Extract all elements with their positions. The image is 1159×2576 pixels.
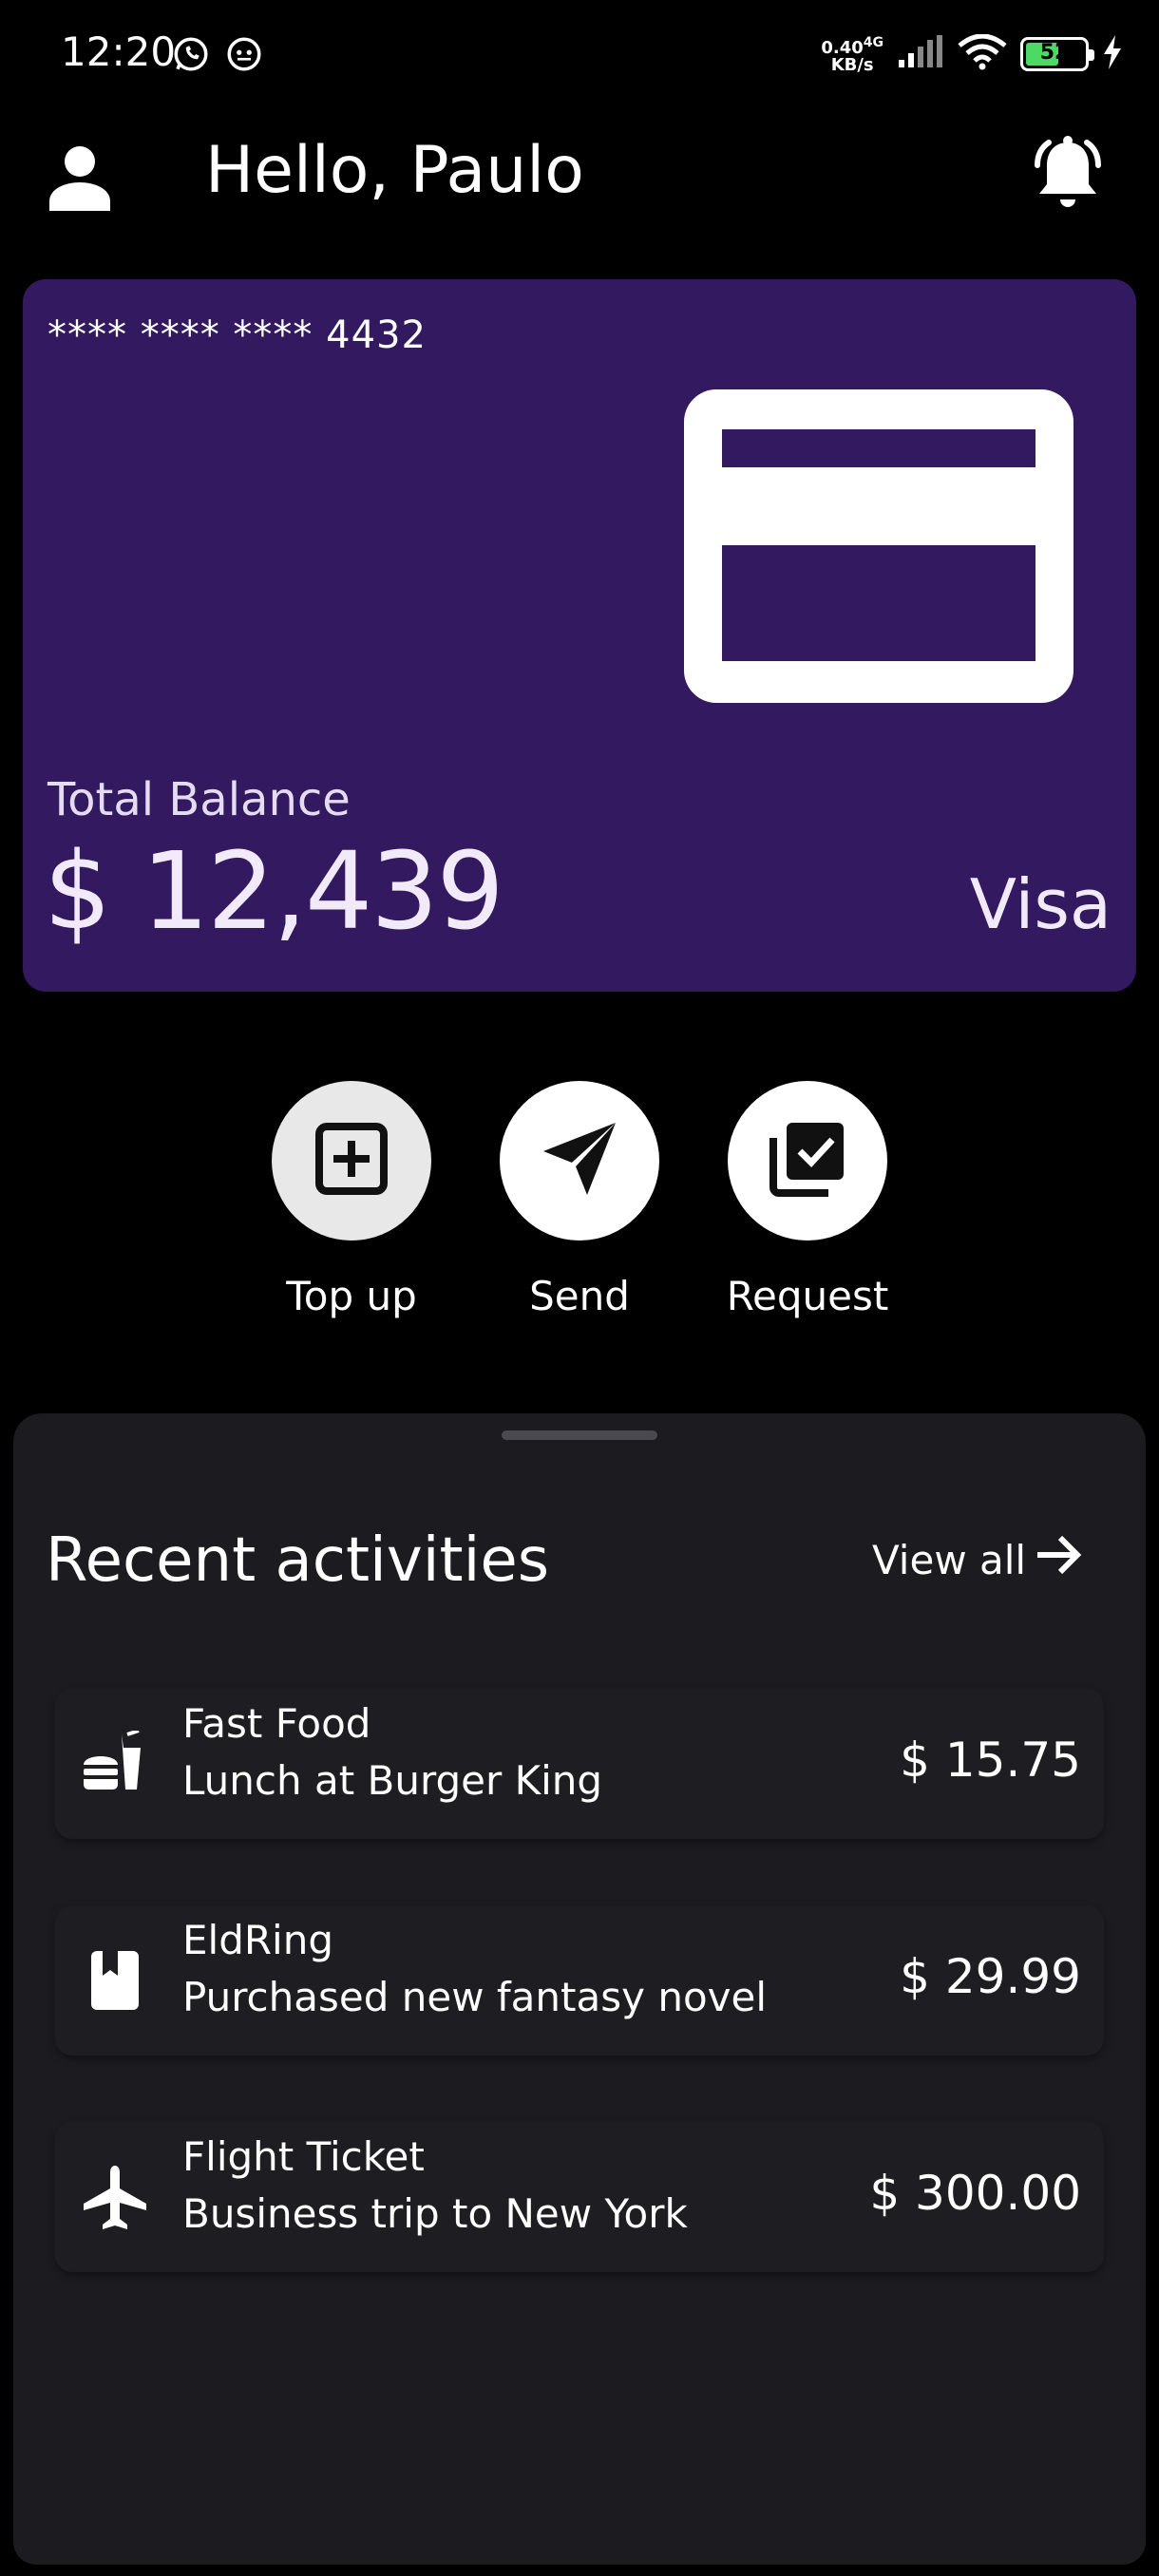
balance-card[interactable]: **** **** **** 4432 Total Balance $ 12,4…	[23, 279, 1136, 992]
activity-item[interactable]: EldRing Purchased new fantasy novel $ 29…	[55, 1905, 1104, 2055]
arrow-right-icon	[1036, 1534, 1083, 1585]
person-icon	[46, 146, 114, 215]
activities-sheet: Recent activities View all Fast Food Lun…	[13, 1413, 1146, 2565]
status-time: 12:20	[61, 28, 177, 75]
status-bar: 12:20 0.404G KB/s 52	[0, 0, 1159, 112]
card-number: **** **** **** 4432	[48, 313, 427, 357]
send-circle[interactable]	[500, 1081, 659, 1241]
app-notification-icon	[224, 34, 264, 74]
activity-description: Business trip to New York	[182, 2190, 688, 2237]
top-up-label: Top up	[286, 1273, 417, 1319]
request-label: Request	[726, 1273, 889, 1319]
wifi-icon	[958, 33, 1007, 74]
activity-item[interactable]: Flight Ticket Business trip to New York …	[55, 2122, 1104, 2272]
send-button[interactable]: Send	[475, 1081, 684, 1337]
book-icon	[82, 1947, 148, 2014]
balance-label: Total Balance	[48, 773, 351, 826]
airplane-icon	[82, 2164, 148, 2230]
activity-description: Purchased new fantasy novel	[182, 1974, 768, 2020]
battery-icon: 52	[1020, 37, 1094, 71]
activity-amount: $ 29.99	[900, 1949, 1081, 2004]
card-brand: Visa	[969, 864, 1112, 944]
activity-amount: $ 15.75	[900, 1733, 1081, 1788]
signal-icon	[897, 35, 944, 73]
net-speed: 0.404G KB/s	[821, 35, 884, 75]
activity-title: Fast Food	[182, 1700, 371, 1747]
balance-amount: $ 12,439	[44, 830, 504, 954]
activity-description: Lunch at Burger King	[182, 1757, 603, 1804]
view-all-link[interactable]: View all	[872, 1529, 1083, 1590]
send-icon	[540, 1119, 619, 1203]
notifications-button[interactable]	[1026, 133, 1110, 217]
library-add-check-icon	[768, 1119, 847, 1203]
status-left-icons	[171, 34, 264, 74]
activity-amount: $ 300.00	[869, 2166, 1081, 2221]
status-right: 0.404G KB/s 52	[821, 30, 1123, 78]
add-box-icon	[314, 1122, 389, 1200]
request-circle[interactable]	[728, 1081, 887, 1241]
send-label: Send	[529, 1273, 630, 1319]
top-up-circle[interactable]	[272, 1081, 431, 1241]
profile-button[interactable]	[46, 142, 114, 211]
bell-icon	[1026, 136, 1110, 220]
view-all-label: View all	[872, 1536, 1027, 1583]
greeting: Hello, Paulo	[205, 133, 584, 208]
activity-item[interactable]: Fast Food Lunch at Burger King $ 15.75	[55, 1689, 1104, 1839]
top-up-button[interactable]: Top up	[247, 1081, 456, 1337]
credit-card-icon	[684, 389, 1074, 703]
activity-title: Flight Ticket	[182, 2133, 425, 2180]
activity-title: EldRing	[182, 1917, 333, 1963]
fastfood-icon	[82, 1731, 148, 1797]
section-title: Recent activities	[46, 1525, 550, 1596]
whatsapp-icon	[171, 34, 211, 74]
charging-icon	[1102, 35, 1123, 73]
sheet-drag-handle[interactable]	[502, 1430, 657, 1440]
request-button[interactable]: Request	[703, 1081, 912, 1337]
